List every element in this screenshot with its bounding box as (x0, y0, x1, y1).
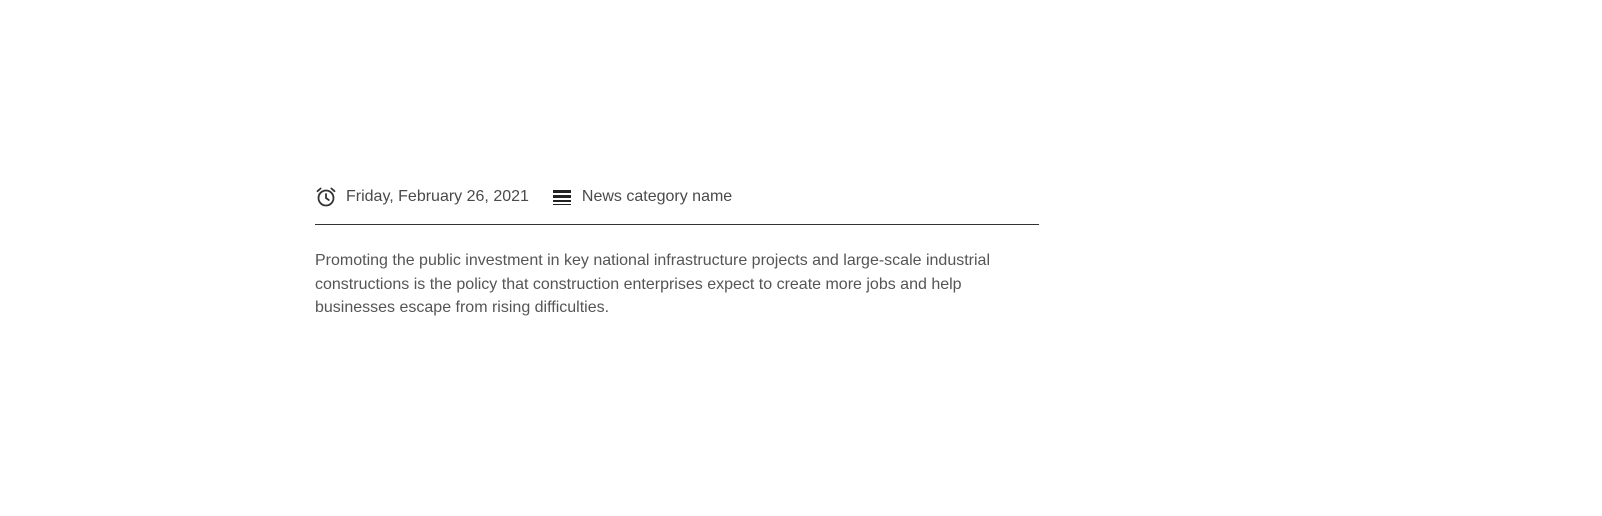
article-meta: Friday, February 26, 2021 News category … (315, 182, 1039, 225)
alarm-clock-icon (315, 186, 337, 208)
article-category-text[interactable]: News category name (582, 188, 732, 206)
article-date: Friday, February 26, 2021 (315, 186, 529, 208)
article-date-text: Friday, February 26, 2021 (346, 188, 529, 205)
article-category[interactable]: News category name (551, 186, 732, 208)
news-article: Friday, February 26, 2021 News category … (315, 182, 1039, 336)
article-summary: Promoting the public investment in key n… (315, 252, 991, 316)
list-lines-icon (551, 186, 573, 208)
